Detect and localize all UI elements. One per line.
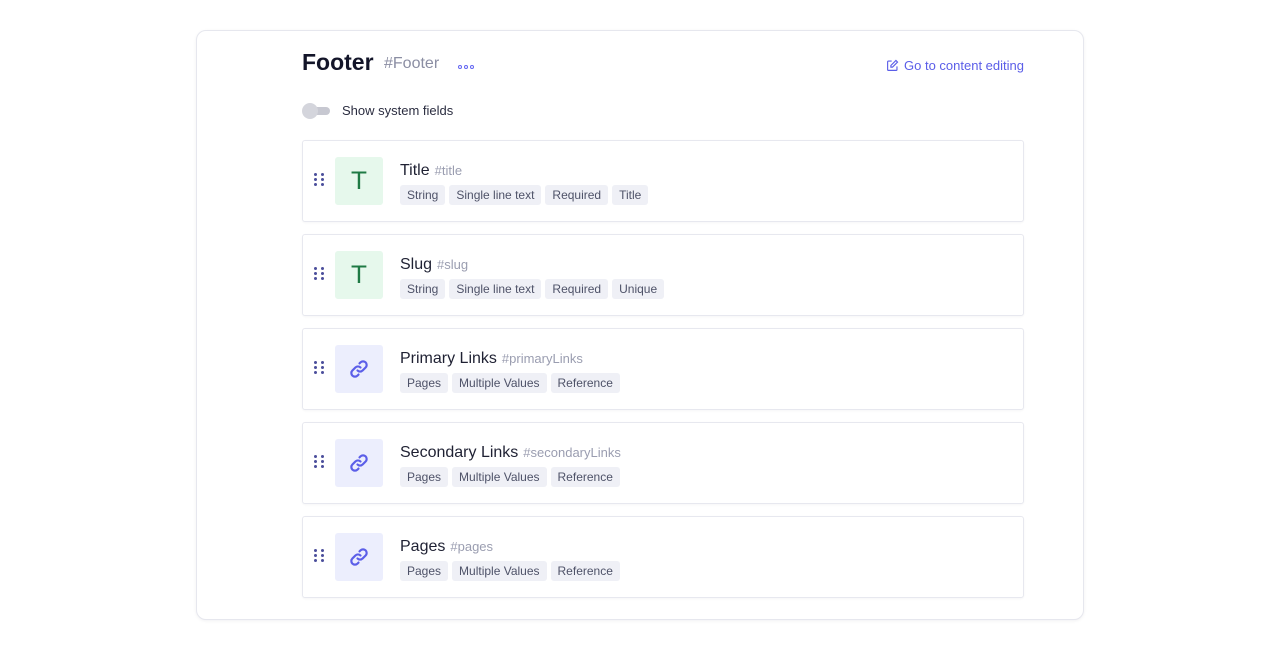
field-tags: Pages Multiple Values Reference bbox=[400, 561, 620, 581]
field-row[interactable]: Secondary Links #secondaryLinks Pages Multi… bbox=[302, 422, 1024, 504]
field-tag: Required bbox=[545, 279, 609, 299]
field-api-id: #primaryLinks bbox=[501, 351, 583, 366]
field-tags: Pages Multiple Values Reference bbox=[400, 373, 620, 393]
drag-handle-icon[interactable] bbox=[314, 549, 325, 562]
link-icon bbox=[335, 439, 383, 487]
field-info: Secondary Links #secondaryLinks Pages Multi… bbox=[400, 444, 621, 487]
field-name: Title bbox=[400, 162, 430, 179]
field-tags: Pages Multiple Values Reference bbox=[400, 467, 621, 487]
model-header: Footer #Footer Go to content editing bbox=[302, 31, 1024, 89]
field-name-row: Pages #pages bbox=[400, 538, 620, 558]
model-title: Footer bbox=[302, 49, 374, 75]
field-tag: Required bbox=[545, 185, 609, 205]
field-name: Pages bbox=[400, 538, 446, 555]
field-info: Title #title String Single line text Require… bbox=[400, 162, 649, 205]
model-api-id: #Footer bbox=[384, 55, 440, 72]
field-tag: Title bbox=[612, 185, 649, 205]
field-name: Secondary Links bbox=[400, 444, 519, 461]
field-tag: String bbox=[400, 279, 446, 299]
schema-model-content: Footer #Footer Go to content editing Sho… bbox=[302, 31, 1024, 598]
field-api-id: #pages bbox=[450, 539, 494, 554]
drag-handle-icon[interactable] bbox=[314, 455, 325, 468]
drag-handle-icon[interactable] bbox=[314, 173, 325, 186]
link-icon bbox=[335, 533, 383, 581]
field-tag: Single line text bbox=[449, 185, 542, 205]
field-info: Primary Links #primaryLinks Pages Multiple … bbox=[400, 350, 620, 393]
text-type-icon: T bbox=[335, 157, 383, 205]
field-tag: Multiple Values bbox=[452, 561, 547, 581]
field-row[interactable]: Pages #pages Pages Multiple Values Reference bbox=[302, 516, 1024, 598]
field-tag: String bbox=[400, 185, 446, 205]
link-icon bbox=[335, 345, 383, 393]
field-name: Primary Links bbox=[400, 350, 497, 367]
field-api-id: #secondaryLinks bbox=[523, 445, 621, 460]
field-tag: Single line text bbox=[449, 279, 542, 299]
drag-handle-icon[interactable] bbox=[314, 267, 325, 280]
field-name-row: Secondary Links #secondaryLinks bbox=[400, 444, 621, 464]
drag-handle-icon[interactable] bbox=[314, 361, 325, 374]
field-tag: Unique bbox=[612, 279, 665, 299]
toggle-knob bbox=[302, 102, 318, 119]
field-api-id: #title bbox=[434, 163, 463, 178]
field-row[interactable]: T Slug #slug String Single line text Required… bbox=[302, 234, 1024, 316]
field-tags: String Single line text Required Title bbox=[400, 185, 649, 205]
field-name: Slug bbox=[400, 256, 433, 273]
schema-model-card: Footer #Footer Go to content editing Sho… bbox=[196, 30, 1084, 620]
more-horizontal-icon[interactable] bbox=[458, 65, 474, 69]
field-api-id: #slug bbox=[437, 257, 469, 272]
field-tag: Reference bbox=[550, 561, 620, 581]
system-fields-row: Show system fields bbox=[302, 102, 454, 119]
edit-link-label: Go to content editing bbox=[904, 58, 1024, 73]
field-info: Pages #pages Pages Multiple Values Reference bbox=[400, 538, 620, 581]
field-name-row: Title #title bbox=[400, 162, 648, 182]
field-row[interactable]: T Title #title String Single line text Requir… bbox=[302, 140, 1024, 222]
field-tag: Pages bbox=[400, 467, 449, 487]
edit-icon bbox=[887, 59, 899, 71]
show-system-fields-label: Show system fields bbox=[342, 103, 454, 118]
go-to-content-editing-link[interactable]: Go to content editing bbox=[886, 58, 1024, 73]
field-info: Slug #slug String Single line text Required U… bbox=[400, 256, 665, 299]
text-type-icon: T bbox=[335, 251, 383, 299]
field-list: T Title #title String Single line text Requir… bbox=[302, 140, 1024, 610]
field-name-row: Slug #slug bbox=[400, 256, 664, 276]
field-tags: String Single line text Required Unique bbox=[400, 279, 665, 299]
field-tag: Pages bbox=[400, 373, 449, 393]
show-system-fields-toggle[interactable] bbox=[302, 102, 330, 119]
field-tag: Multiple Values bbox=[452, 373, 547, 393]
field-tag: Reference bbox=[550, 467, 620, 487]
field-tag: Reference bbox=[550, 373, 620, 393]
field-tag: Pages bbox=[400, 561, 449, 581]
field-row[interactable]: Primary Links #primaryLinks Pages Multiple … bbox=[302, 328, 1024, 410]
field-tag: Multiple Values bbox=[452, 467, 547, 487]
field-name-row: Primary Links #primaryLinks bbox=[400, 350, 620, 370]
